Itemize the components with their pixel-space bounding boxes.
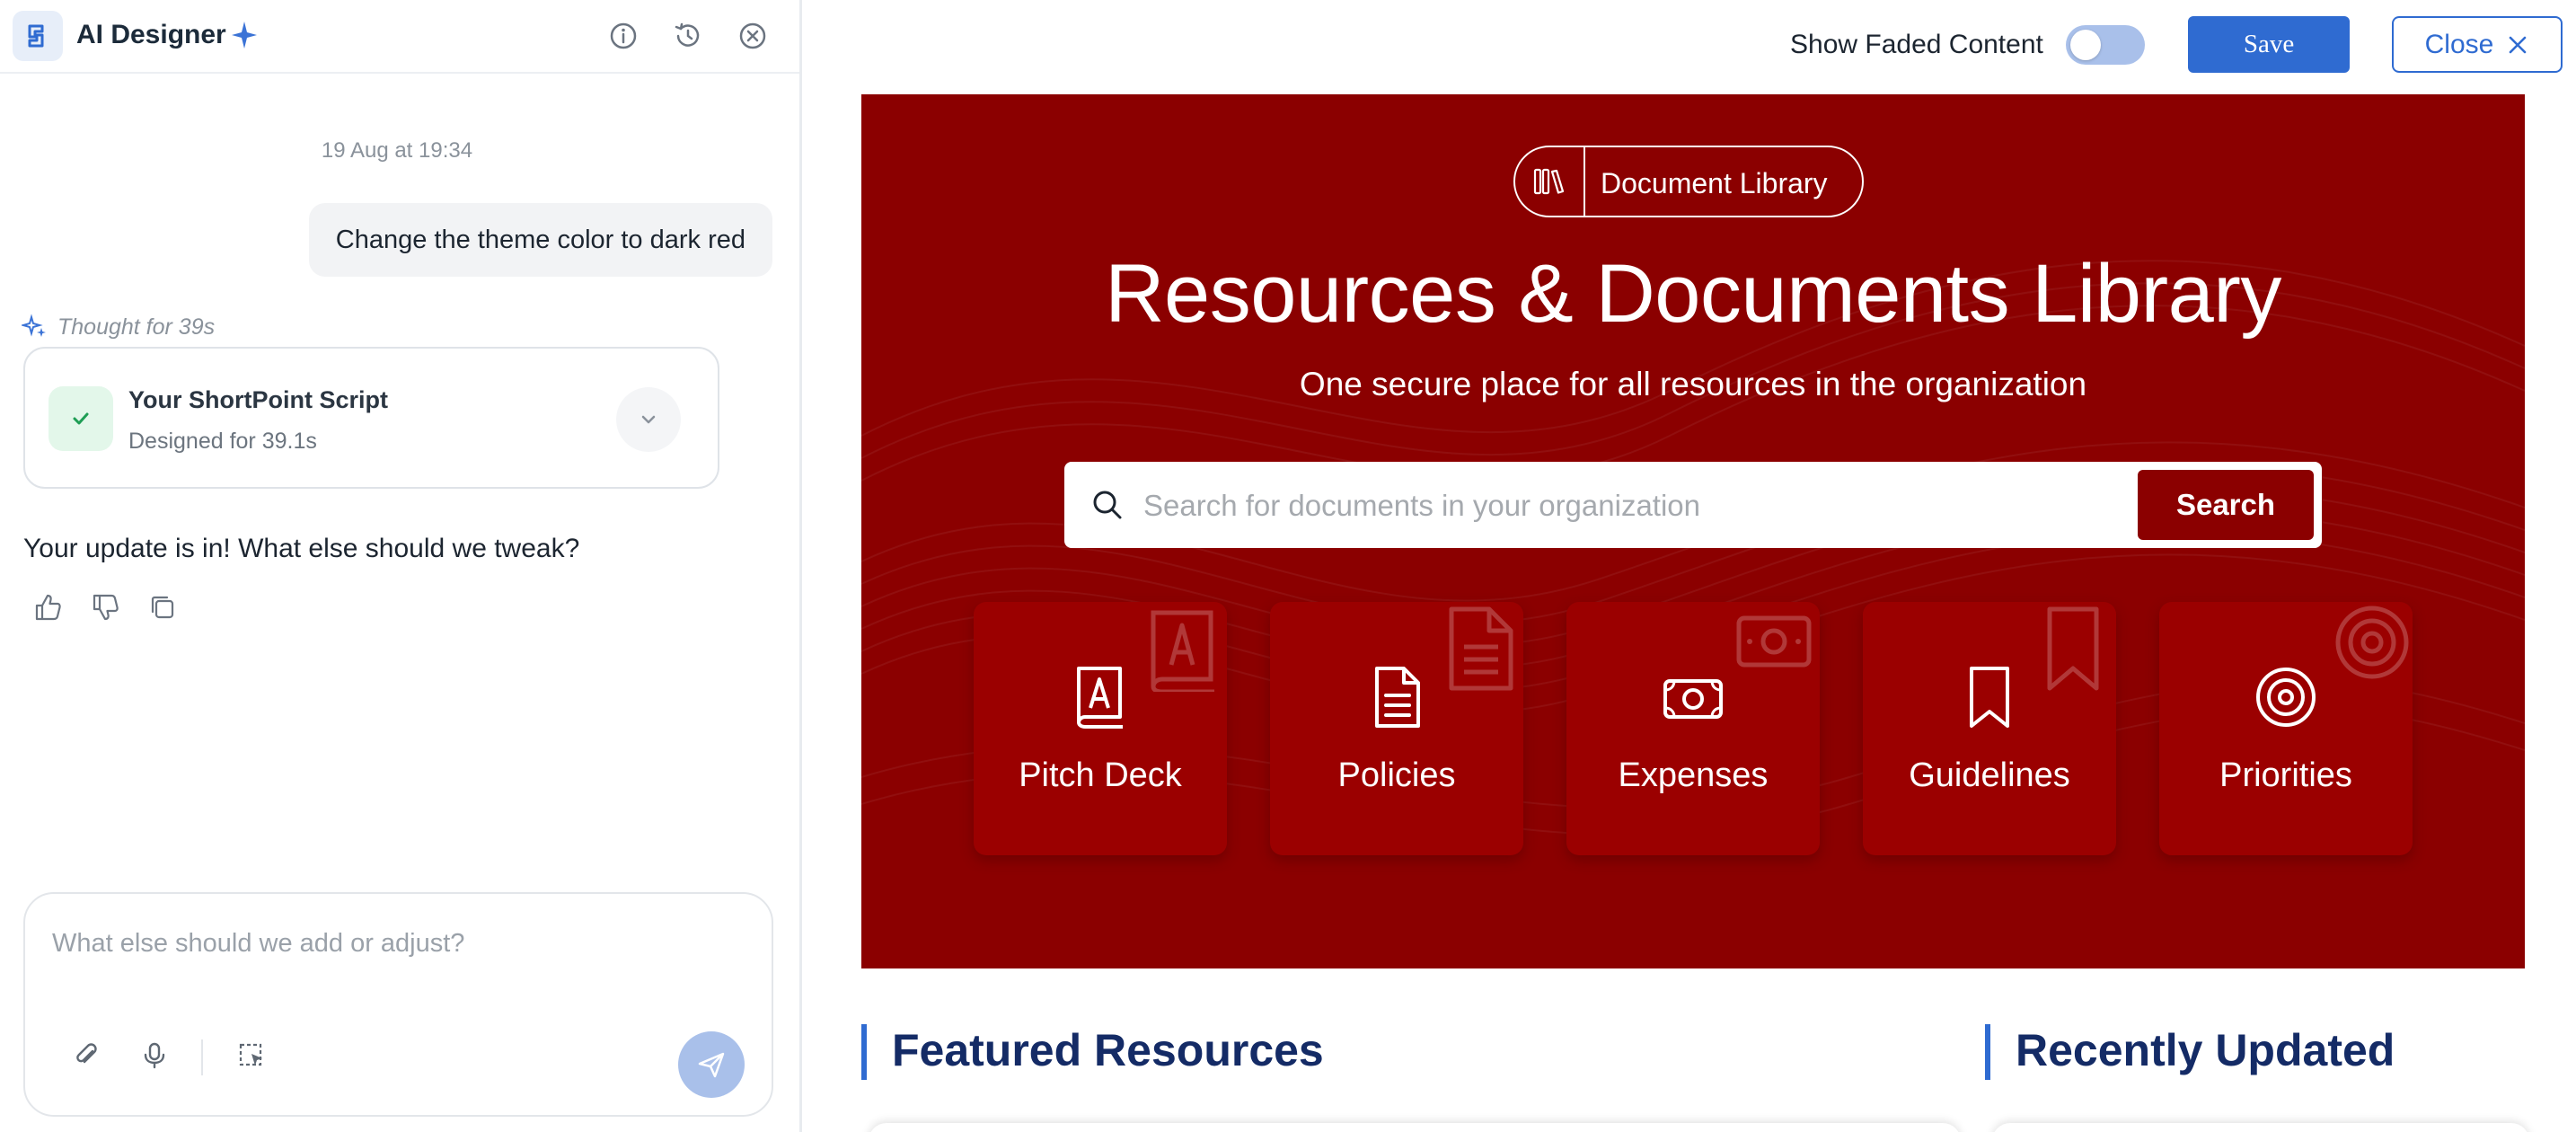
close-button[interactable]: Close <box>2392 16 2563 73</box>
shortpoint-logo-icon <box>13 11 63 61</box>
books-icon <box>1515 147 1585 216</box>
tile-expenses[interactable]: Expenses <box>1566 602 1820 855</box>
check-icon <box>49 386 113 451</box>
recent-section-bar <box>1985 1024 1990 1080</box>
tile-policies[interactable]: Policies <box>1270 602 1523 855</box>
show-faded-content-toggle[interactable] <box>2066 25 2145 65</box>
script-card-subtitle: Designed for 39.1s <box>128 429 317 454</box>
document-search-input[interactable] <box>1143 483 2078 528</box>
target-ghost-icon <box>2335 606 2409 679</box>
script-card[interactable]: Your ShortPoint Script Designed for 39.1… <box>23 347 719 489</box>
featured-card-edge <box>869 1123 1961 1132</box>
copy-icon[interactable] <box>146 590 180 624</box>
user-message-bubble: Change the theme color to dark red <box>308 203 772 277</box>
close-icon <box>2510 36 2527 53</box>
hero-title: Resources & Documents Library <box>1105 248 2281 340</box>
composer-divider <box>201 1039 203 1075</box>
message-timestamp: 19 Aug at 19:34 <box>321 138 473 163</box>
tile-label: Pitch Deck <box>1019 756 1182 794</box>
sparkle-icon <box>232 22 257 49</box>
tile-label: Policies <box>1337 756 1456 794</box>
chevron-down-icon[interactable] <box>616 387 681 452</box>
recent-card-edge <box>1992 1123 2529 1132</box>
document-library-label: Document Library <box>1601 167 1828 199</box>
chat-input[interactable] <box>52 921 735 966</box>
recently-updated-title: Recently Updated <box>2016 1025 2395 1075</box>
search-button[interactable]: Search <box>2138 470 2314 540</box>
document-library-pill: Document Library <box>1513 146 1864 217</box>
document-icon <box>1375 667 1420 728</box>
info-icon[interactable] <box>607 20 640 52</box>
panel-header: AI Designer <box>0 0 799 74</box>
book-a-icon <box>1077 667 1123 729</box>
thought-indicator[interactable]: Thought for 39s <box>22 314 215 340</box>
close-button-label: Close <box>2424 29 2494 59</box>
send-icon <box>698 1052 725 1078</box>
tile-label: Expenses <box>1618 756 1769 794</box>
featured-resources-title: Featured Resources <box>892 1025 1324 1075</box>
tile-pitch-deck[interactable]: Pitch Deck <box>974 602 1227 855</box>
app-title: AI Designer <box>76 20 226 49</box>
book-a-ghost-icon <box>1151 610 1214 692</box>
ai-sparkles-icon <box>22 314 46 337</box>
tile-guidelines[interactable]: Guidelines <box>1863 602 2116 855</box>
save-button[interactable]: Save <box>2188 16 2350 73</box>
hero-subtitle: One secure place for all resources in th… <box>1299 366 2087 402</box>
app-root: AI Designer 19 Aug at 19:34 Change the t… <box>0 0 2576 1132</box>
select-area-icon[interactable] <box>234 1038 269 1074</box>
hero-section[interactable]: Document Library Resources & Documents L… <box>861 94 2525 968</box>
thought-label: Thought for 39s <box>57 314 216 340</box>
bookmark-icon <box>1970 667 2009 728</box>
money-icon <box>1663 679 1723 719</box>
assistant-reply: Your update is in! What else should we t… <box>23 534 580 563</box>
tile-priorities[interactable]: Priorities <box>2159 602 2413 855</box>
microphone-icon[interactable] <box>137 1038 172 1074</box>
thumbs-up-icon[interactable] <box>31 590 65 624</box>
document-search-bar: Search <box>1064 462 2322 548</box>
script-card-title: Your ShortPoint Script <box>128 386 388 413</box>
show-faded-content-label: Show Faded Content <box>1790 30 2043 59</box>
document-ghost-icon <box>1449 606 1513 691</box>
history-icon[interactable] <box>672 20 704 52</box>
chat-composer <box>23 892 773 1117</box>
paperclip-icon[interactable] <box>68 1038 104 1074</box>
send-button[interactable] <box>678 1031 745 1098</box>
thumbs-down-icon[interactable] <box>88 590 122 624</box>
money-ghost-icon <box>1736 615 1812 668</box>
search-icon <box>1093 491 1122 519</box>
target-icon <box>2256 668 2316 727</box>
tile-label: Priorities <box>2219 756 2352 794</box>
tile-label: Guidelines <box>1909 756 2070 794</box>
bookmark-ghost-icon <box>2047 606 2099 691</box>
page-canvas: Document Library Resources & Documents L… <box>802 90 2576 1132</box>
featured-section-bar <box>861 1024 867 1080</box>
close-circle-icon[interactable] <box>737 20 769 52</box>
ai-designer-panel: AI Designer 19 Aug at 19:34 Change the t… <box>0 0 799 1132</box>
toggle-knob <box>2070 30 2101 60</box>
